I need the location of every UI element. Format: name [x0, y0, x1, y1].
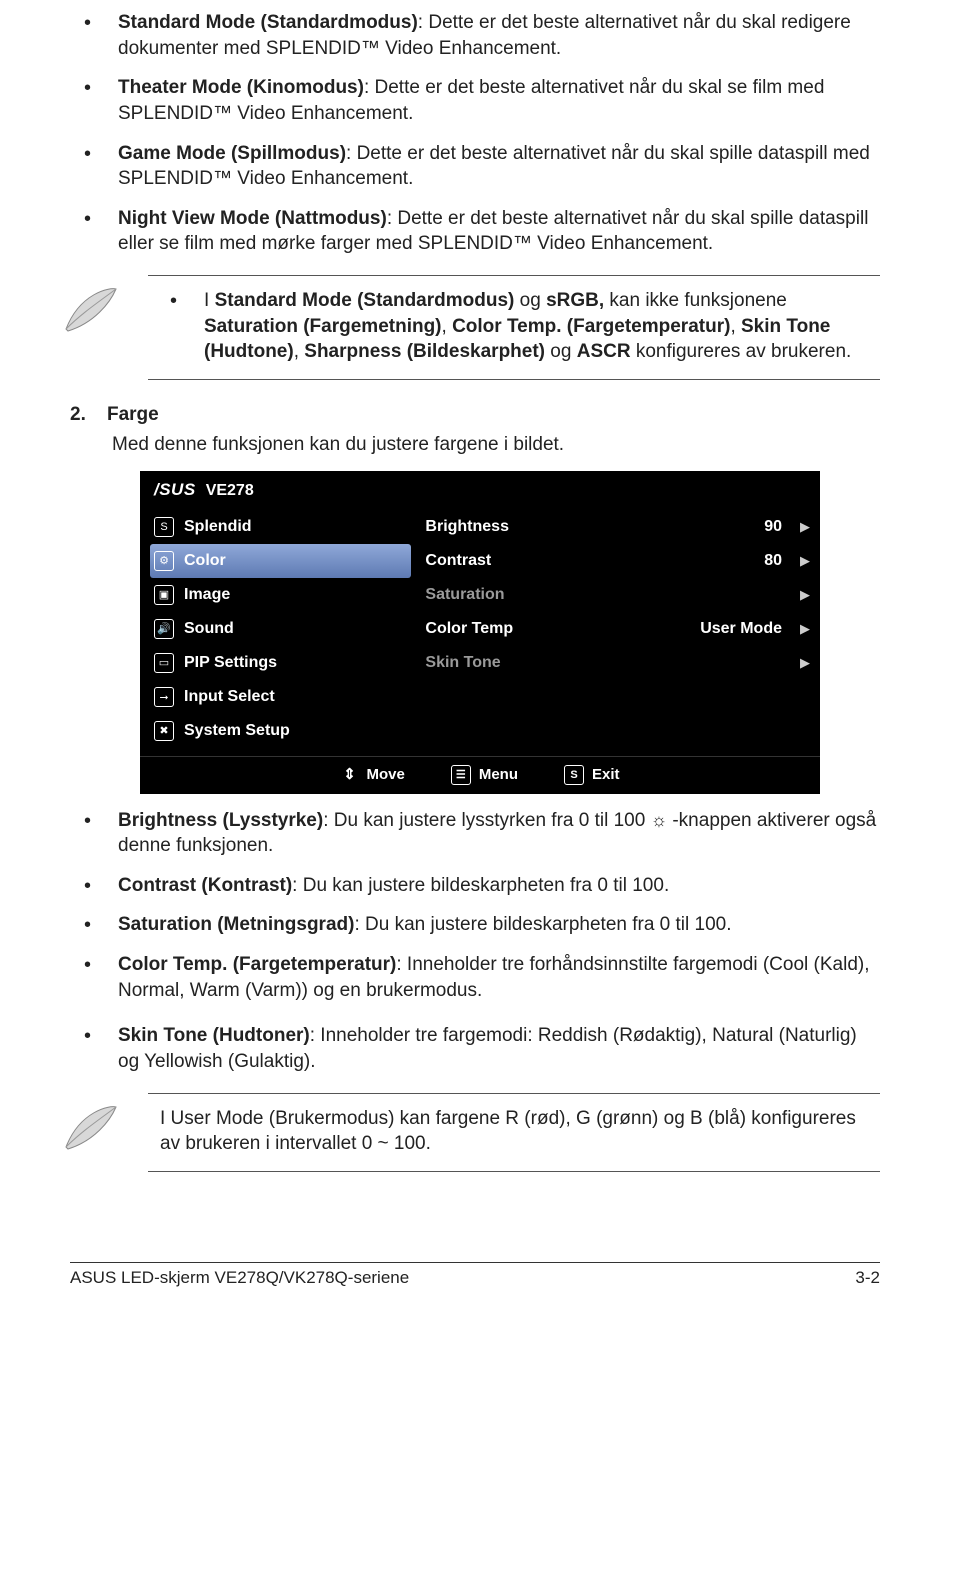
color-bullet: Saturation (Metningsgrad): Du kan juster… [70, 912, 880, 938]
footer-right: 3-2 [855, 1267, 880, 1290]
osd-move[interactable]: ⇕ Move [340, 765, 404, 785]
note-box-2: I User Mode (Brukermodus) kan fargene R … [148, 1093, 880, 1172]
osd-nav-system-setup[interactable]: ✖ System Setup [140, 714, 421, 748]
feather-icon [60, 1101, 120, 1155]
osd-icon: ▣ [154, 585, 174, 605]
arrow-icon: ▶ [800, 552, 810, 570]
note-2-text: I User Mode (Brukermodus) kan fargene R … [156, 1106, 876, 1157]
arrow-icon: ▶ [800, 620, 810, 638]
osd-icon: ✖ [154, 721, 174, 741]
mode-bullet: Standard Mode (Standardmodus): Dette er … [70, 10, 880, 61]
osd-icon: ⭢ [154, 687, 174, 707]
osd-option-contrast[interactable]: Contrast 80 ▶ [421, 544, 810, 578]
osd-option-skin-tone: Skin Tone ▶ [421, 646, 810, 680]
osd-option-label: Skin Tone [425, 652, 500, 674]
osd-nav-label: System Setup [184, 720, 290, 742]
section-number: 2. [70, 404, 86, 425]
mode-bullet: Theater Mode (Kinomodus): Dette er det b… [70, 75, 880, 126]
asus-logo: /SUS [154, 479, 196, 502]
color-bullet: Contrast (Kontrast): Du kan justere bild… [70, 873, 880, 899]
osd-menu-btn[interactable]: ☰ Menu [451, 765, 518, 785]
arrow-icon: ▶ [800, 518, 810, 536]
osd-option-color-temp[interactable]: Color Temp User Mode ▶ [421, 612, 810, 646]
note-1-text: I Standard Mode (Standardmodus) og sRGB,… [156, 288, 876, 365]
osd-icon: S [154, 517, 174, 537]
arrow-icon: ▶ [800, 586, 810, 604]
osd-nav-label: Image [184, 584, 230, 606]
note-box-1: I Standard Mode (Standardmodus) og sRGB,… [148, 275, 880, 380]
osd-option-value: User Mode [700, 618, 782, 640]
osd-nav-label: Sound [184, 618, 234, 640]
color-bullet: Brightness (Lysstyrke): Du kan justere l… [70, 808, 880, 859]
osd-nav-input-select[interactable]: ⭢ Input Select [140, 680, 421, 714]
updown-icon: ⇕ [340, 766, 358, 784]
section-title: Farge [107, 404, 159, 425]
osd-nav-pip-settings[interactable]: ▭ PIP Settings [140, 646, 421, 680]
osd-nav-label: Input Select [184, 686, 275, 708]
feather-icon [60, 283, 120, 337]
menu-icon: ☰ [451, 765, 471, 785]
osd-model: VE278 [206, 480, 254, 502]
osd-nav-label: PIP Settings [184, 652, 277, 674]
osd-option-value: 90 [764, 516, 782, 538]
brightness-icon: ☼ [651, 810, 668, 830]
osd-option-saturation: Saturation ▶ [421, 578, 810, 612]
osd-option-label: Saturation [425, 584, 504, 606]
osd-option-value: 80 [764, 550, 782, 572]
osd-nav-image[interactable]: ▣ Image [140, 578, 421, 612]
osd-nav-label: Splendid [184, 516, 252, 538]
color-bullet: Color Temp. (Fargetemperatur): Inneholde… [70, 952, 880, 1003]
footer-left: ASUS LED-skjerm VE278Q/VK278Q-seriene [70, 1267, 409, 1290]
exit-icon: S [564, 765, 584, 785]
osd-option-label: Contrast [425, 550, 491, 572]
osd-option-label: Color Temp [425, 618, 513, 640]
color-bullet: Skin Tone (Hudtoner): Inneholder tre far… [70, 1023, 880, 1074]
section-desc: Med denne funksjonen kan du justere farg… [70, 432, 880, 458]
osd-exit[interactable]: S Exit [564, 765, 620, 785]
osd-nav-color[interactable]: ⚙ Color [150, 544, 411, 578]
osd-icon: 🔊 [154, 619, 174, 639]
osd-nav-sound[interactable]: 🔊 Sound [140, 612, 421, 646]
mode-bullet: Game Mode (Spillmodus): Dette er det bes… [70, 141, 880, 192]
osd-icon: ⚙ [154, 551, 174, 571]
osd-icon: ▭ [154, 653, 174, 673]
osd-menu: /SUS VE278 S Splendid ⚙ Color ▣ Image 🔊 Sound ▭ P… [140, 471, 820, 793]
osd-nav-splendid[interactable]: S Splendid [140, 510, 421, 544]
mode-bullet: Night View Mode (Nattmodus): Dette er de… [70, 206, 880, 257]
arrow-icon: ▶ [800, 654, 810, 672]
osd-option-label: Brightness [425, 516, 509, 538]
osd-nav-label: Color [184, 550, 226, 572]
osd-option-brightness[interactable]: Brightness 90 ▶ [421, 510, 810, 544]
